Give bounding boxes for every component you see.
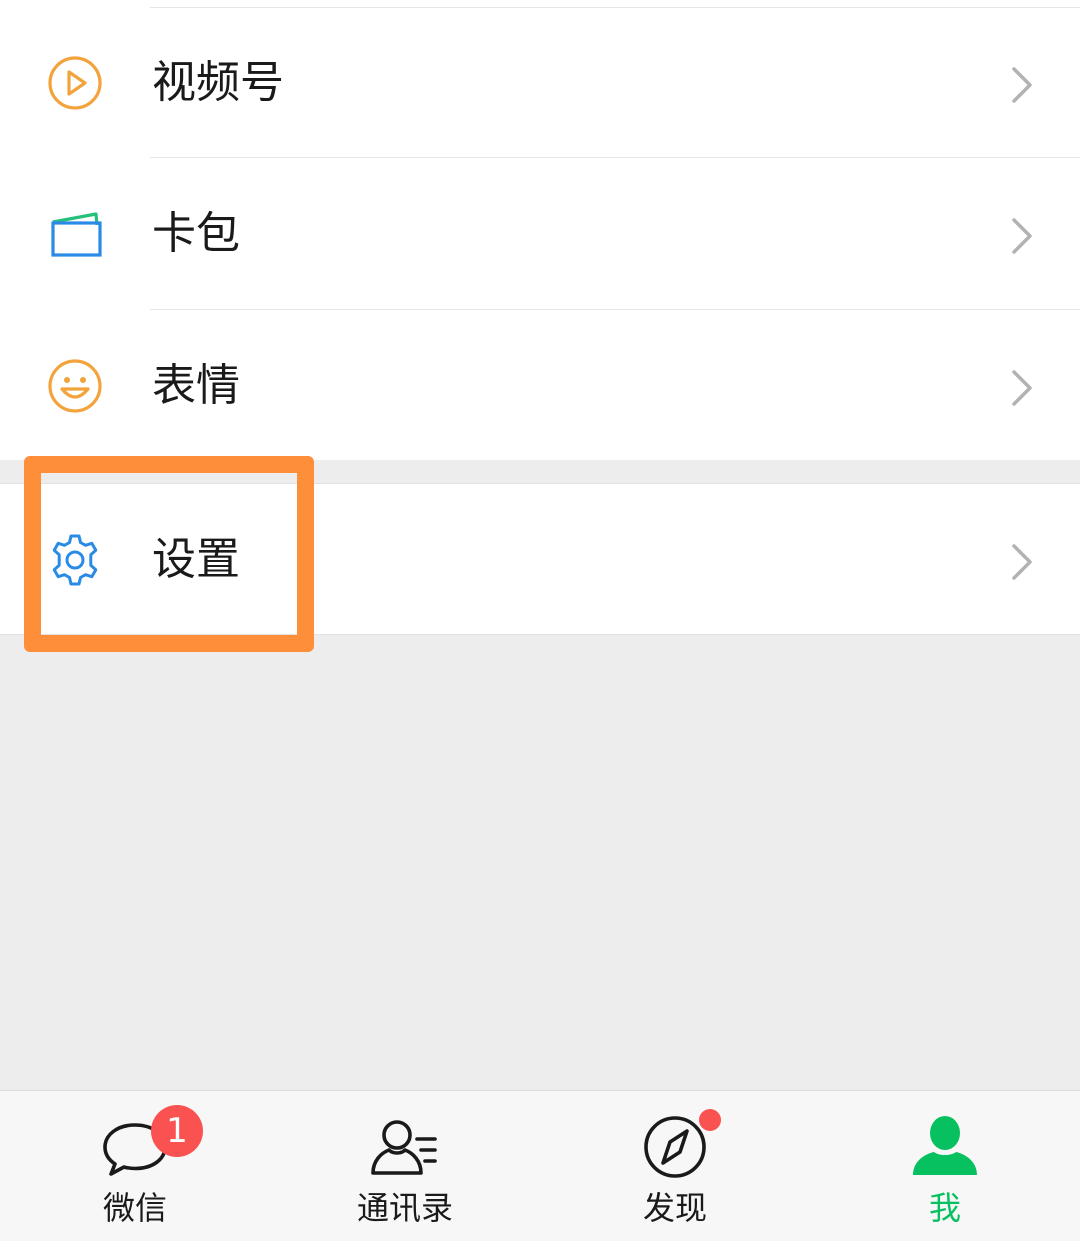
card-wallet-icon — [46, 205, 104, 263]
gear-icon — [46, 531, 104, 589]
menu-item-stickers[interactable]: 表情 — [0, 310, 1080, 460]
menu-item-label: 设置 — [152, 534, 240, 585]
smile-icon — [46, 357, 104, 415]
menu-item-settings[interactable]: 设置 — [0, 484, 1080, 634]
tab-label: 我 — [928, 1189, 961, 1227]
tab-label: 微信 — [102, 1189, 167, 1227]
tab-chats[interactable]: 1 微信 — [0, 1091, 270, 1241]
person-icon — [907, 1109, 983, 1185]
tab-discover[interactable]: 发现 — [540, 1091, 810, 1241]
menu-item-label: 视频号 — [152, 57, 284, 108]
channels-icon — [46, 54, 104, 112]
tab-me[interactable]: 我 — [810, 1091, 1080, 1241]
tab-label: 发现 — [642, 1189, 707, 1227]
chevron-right-icon — [1006, 542, 1036, 582]
menu-item-cards[interactable]: 卡包 — [0, 158, 1080, 308]
me-page: 视频号 卡包 表情 设置 1 微信 通讯录 发现 我 — [0, 0, 1080, 1241]
menu-group: 视频号 卡包 表情 — [0, 0, 1080, 460]
new-dot — [699, 1109, 721, 1131]
tab-bar: 1 微信 通讯录 发现 我 — [0, 1090, 1080, 1241]
menu-item-label: 卡包 — [152, 208, 240, 259]
unread-badge: 1 — [151, 1105, 203, 1157]
chevron-right-icon — [1006, 216, 1036, 256]
contacts-icon — [367, 1109, 443, 1185]
menu-item-label: 表情 — [152, 360, 240, 411]
chevron-right-icon — [1006, 368, 1036, 408]
menu-item-channels[interactable]: 视频号 — [0, 7, 1080, 157]
tab-contacts[interactable]: 通讯录 — [270, 1091, 540, 1241]
chevron-right-icon — [1006, 65, 1036, 105]
tab-label: 通讯录 — [356, 1189, 453, 1227]
settings-group: 设置 — [0, 483, 1080, 635]
